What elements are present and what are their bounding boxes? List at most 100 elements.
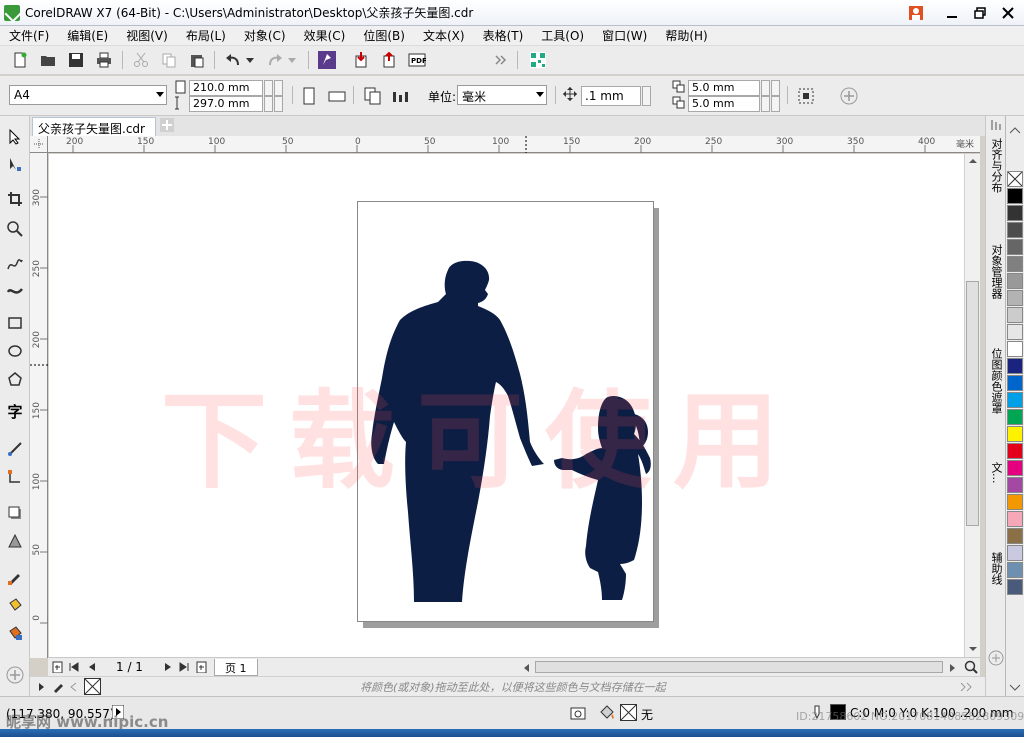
toolbar-overflow-icon[interactable] [490,49,512,71]
page-height-field[interactable]: 297.0 mm [189,96,263,112]
color-swatch[interactable] [1007,239,1023,255]
interactive-fill-tool-icon[interactable] [4,594,26,616]
page-height-spinner[interactable] [264,96,273,112]
paper-size-select[interactable]: A4 [9,85,167,105]
palette-scroll-down-icon[interactable] [1008,682,1022,696]
copy-icon[interactable] [158,49,180,71]
docker-tab-object-manager[interactable]: 对象管理器 [988,244,1004,299]
transparency-tool-icon[interactable] [4,530,26,552]
drawing-canvas[interactable]: 下载可使用 [49,154,964,657]
palette-menu-chevron-icon[interactable] [38,681,46,695]
page-tab[interactable]: 页 1 [214,659,258,676]
scroll-down-icon[interactable] [966,644,980,654]
color-swatch[interactable] [1007,205,1023,221]
color-swatch[interactable] [1007,511,1023,527]
docker-tab-guidelines[interactable]: 辅助线 [988,552,1004,585]
horizontal-scroll-thumb[interactable] [535,661,943,673]
vertical-scroll-thumb[interactable] [966,281,979,526]
drop-shadow-tool-icon[interactable] [4,502,26,524]
smart-fill-tool-icon[interactable] [4,622,26,644]
add-tool-icon[interactable] [4,664,26,686]
nudge-distance-field[interactable]: .1 mm [581,86,641,106]
previous-page-icon[interactable] [86,661,98,676]
color-swatch[interactable] [1007,256,1023,272]
menu-table[interactable]: 表格(T) [474,27,533,44]
qr-code-icon[interactable] [527,49,549,71]
menu-bitmaps[interactable]: 位图(B) [354,27,414,44]
undo-dropdown-chevron-icon[interactable] [244,49,256,71]
menu-file[interactable]: 文件(F) [0,27,58,44]
docker-tab-align-distribute[interactable]: 对齐与分布 [988,138,1004,193]
color-swatch[interactable] [1007,426,1023,442]
document-tab[interactable]: 父亲孩子矢量图.cdr [32,117,156,136]
color-swatch[interactable] [1007,409,1023,425]
rectangle-tool-icon[interactable] [4,312,26,334]
menu-object[interactable]: 对象(C) [235,27,295,44]
menu-edit[interactable]: 编辑(E) [58,27,117,44]
restore-button[interactable] [966,2,994,24]
add-page-after-icon[interactable] [196,661,208,676]
zoom-navigator-icon[interactable] [964,660,978,677]
menu-tools[interactable]: 工具(O) [532,27,593,44]
freehand-tool-icon[interactable] [4,254,26,276]
ellipse-tool-icon[interactable] [4,340,26,362]
polygon-tool-icon[interactable] [4,368,26,390]
last-page-icon[interactable] [178,661,190,676]
color-swatch[interactable] [1007,375,1023,391]
palette-scroll-right-icon[interactable] [960,681,974,695]
new-tab-plus-icon[interactable] [160,118,174,135]
color-swatch[interactable] [1007,545,1023,561]
redo-dropdown-chevron-icon[interactable] [286,49,298,71]
artistic-media-tool-icon[interactable] [4,280,26,302]
ruler-origin-icon[interactable] [30,136,48,153]
color-swatch[interactable] [1007,341,1023,357]
shape-tool-icon[interactable] [4,154,26,176]
scroll-left-icon[interactable] [522,662,532,676]
no-fill-swatch[interactable] [1007,171,1023,187]
color-swatch[interactable] [1007,494,1023,510]
zoom-tool-icon[interactable] [4,218,26,240]
color-swatch[interactable] [1007,579,1023,595]
pick-tool-icon[interactable] [4,126,26,148]
duplicate-y-field[interactable]: 5.0 mm [688,96,760,112]
docker-tab-bitmap-color-mask[interactable]: 位图颜色遮罩 [988,348,1004,414]
color-swatch[interactable] [1007,392,1023,408]
new-document-icon[interactable] [9,49,31,71]
duplicate-y-spinner[interactable] [761,96,770,112]
text-tool-icon[interactable]: 字 [4,400,26,422]
import-icon[interactable] [350,49,372,71]
color-swatch[interactable] [1007,307,1023,323]
current-page-icon[interactable] [390,85,412,107]
palette-flyout-icon[interactable] [1008,124,1022,138]
add-options-icon[interactable] [838,85,860,107]
color-swatch[interactable] [1007,273,1023,289]
user-icon[interactable] [902,2,930,24]
page-width-field[interactable]: 210.0 mm [189,80,263,96]
color-swatch[interactable] [1007,324,1023,340]
duplicate-x-spinner-2[interactable] [771,80,780,96]
parallel-dimension-tool-icon[interactable] [4,438,26,460]
vertical-scrollbar[interactable] [964,154,980,657]
color-swatch[interactable] [1007,290,1023,306]
scroll-right-icon[interactable] [947,662,957,676]
docker-add-icon[interactable] [988,650,1004,669]
duplicate-x-field[interactable]: 5.0 mm [688,80,760,96]
page-width-lock[interactable] [274,80,283,96]
duplicate-y-spinner-2[interactable] [771,96,780,112]
treat-as-filled-icon[interactable] [795,85,817,107]
docker-tab-text[interactable]: 文... [988,462,1004,484]
menu-layout[interactable]: 布局(L) [177,27,235,44]
undo-icon[interactable] [222,49,244,71]
menu-help[interactable]: 帮助(H) [656,27,716,44]
crop-tool-icon[interactable] [4,188,26,210]
color-swatch[interactable] [1007,358,1023,374]
snapshot-icon[interactable] [570,705,586,724]
color-swatch[interactable] [1007,477,1023,493]
publish-pdf-icon[interactable]: PDF [406,49,428,71]
redo-icon[interactable] [264,49,286,71]
cut-icon[interactable] [130,49,152,71]
add-page-before-icon[interactable] [52,661,64,676]
unit-select[interactable]: 毫米 [457,85,547,105]
palette-scroll-left-icon[interactable] [70,681,78,695]
color-swatch[interactable] [1007,460,1023,476]
